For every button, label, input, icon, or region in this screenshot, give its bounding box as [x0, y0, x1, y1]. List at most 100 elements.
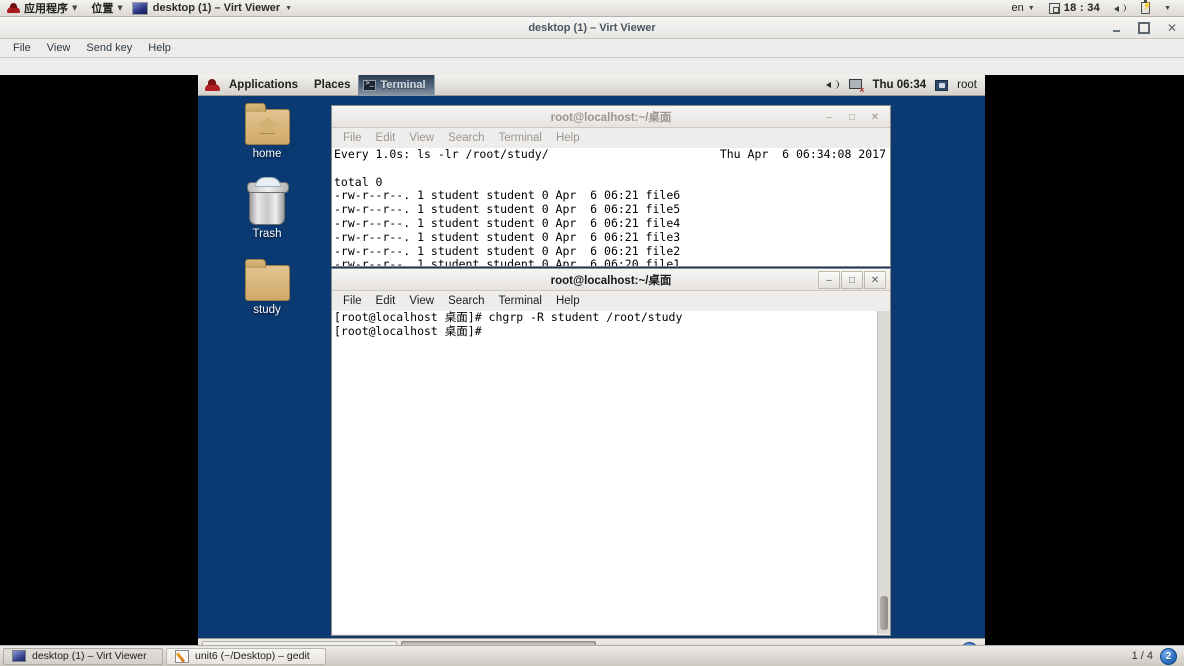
- minimize-button[interactable]: –: [818, 271, 840, 289]
- screen: 应用程序 ▼ 位置 ▼ desktop (1) – Virt Viewer ▼ …: [0, 0, 1184, 666]
- host-workspace-switcher[interactable]: 1 / 4 2: [1132, 647, 1184, 665]
- menu-view[interactable]: View: [39, 39, 79, 58]
- redhat-icon: [7, 2, 20, 14]
- host-applications-label: 应用程序: [24, 2, 68, 15]
- background-terminal-output[interactable]: Every 1.0s: ls -lr /root/study/ Thu Apr …: [332, 148, 890, 266]
- volume-icon: [1114, 3, 1127, 14]
- gnome-places-menu[interactable]: Places: [306, 75, 358, 96]
- active-terminal-output[interactable]: [root@localhost 桌面]# chgrp -R student /r…: [332, 311, 890, 634]
- terminal-scrollbar[interactable]: [877, 311, 890, 634]
- terminal-line: -rw-r--r--. 1 student student 0 Apr 6 06…: [334, 188, 681, 203]
- virt-viewer-window: desktop (1) – Virt Viewer ✕ File View Se…: [0, 17, 1184, 662]
- network-disconnected-icon[interactable]: [849, 79, 864, 95]
- active-terminal-titlebar[interactable]: root@localhost:~/桌面 – □ ✕: [332, 269, 890, 291]
- gnome-clock[interactable]: Thu 06:34: [872, 79, 926, 91]
- chevron-down-icon: ▼: [285, 4, 293, 12]
- desktop-icon-home[interactable]: home: [228, 103, 306, 160]
- watch-header: Every 1.0s: ls -lr /root/study/ Thu Apr …: [332, 148, 890, 162]
- scrollbar-thumb[interactable]: [880, 596, 888, 630]
- host-volume-indicator[interactable]: [1107, 0, 1134, 17]
- terminal-line: -rw-r--r--. 1 student student 0 Apr 6 06…: [334, 257, 681, 266]
- terminal-line: -rw-r--r--. 1 student student 0 Apr 6 06…: [334, 229, 681, 244]
- menu-edit[interactable]: Edit: [369, 291, 403, 311]
- host-user-menu[interactable]: ▼: [1157, 0, 1178, 17]
- redhat-icon: [205, 78, 220, 92]
- minimize-button[interactable]: –: [818, 108, 840, 126]
- gedit-icon: [175, 649, 189, 663]
- maximize-button[interactable]: [1138, 22, 1150, 34]
- menu-terminal[interactable]: Terminal: [492, 291, 549, 311]
- background-terminal-window[interactable]: root@localhost:~/桌面 – □ ✕ File Edit View…: [331, 105, 891, 267]
- virt-viewer-window-controls: ✕: [1110, 17, 1178, 39]
- guest-letterbox-left: [0, 75, 198, 662]
- close-button[interactable]: ✕: [864, 108, 886, 126]
- host-window-menu-button[interactable]: desktop (1) – Virt Viewer ▼: [130, 0, 299, 17]
- host-taskbar-item-label: unit6 (~/Desktop) – gedit: [195, 650, 310, 662]
- folder-home-icon: [244, 103, 290, 145]
- host-places-menu[interactable]: 位置 ▼: [84, 0, 129, 17]
- background-terminal-titlebar[interactable]: root@localhost:~/桌面 – □ ✕: [332, 106, 890, 128]
- host-clock-label: 18 : 34: [1063, 2, 1101, 14]
- battery-icon: [1141, 0, 1152, 14]
- calendar-icon: [1048, 2, 1060, 14]
- host-top-panel: 应用程序 ▼ 位置 ▼ desktop (1) – Virt Viewer ▼ …: [0, 0, 1184, 17]
- menu-help[interactable]: Help: [549, 291, 587, 311]
- desktop-icon-trash-label: Trash: [252, 228, 282, 240]
- host-places-label: 位置: [91, 2, 114, 15]
- menu-help[interactable]: Help: [549, 128, 587, 148]
- host-taskbar-item-gedit[interactable]: unit6 (~/Desktop) – gedit: [166, 647, 326, 665]
- terminal-line: [root@localhost 桌面]# chgrp -R student /r…: [334, 311, 683, 324]
- desktop-icon-study[interactable]: study: [228, 259, 306, 316]
- terminal-line: -rw-r--r--. 1 student student 0 Apr 6 06…: [334, 202, 681, 217]
- host-window-menu-label: desktop (1) – Virt Viewer: [152, 2, 281, 14]
- menu-view[interactable]: View: [402, 291, 441, 311]
- host-battery-indicator[interactable]: [1134, 0, 1157, 17]
- terminal-line: -rw-r--r--. 1 student student 0 Apr 6 06…: [334, 215, 681, 230]
- virt-viewer-titlebar[interactable]: desktop (1) – Virt Viewer ✕: [0, 17, 1184, 39]
- close-button[interactable]: ✕: [864, 271, 886, 289]
- host-bottom-taskbar: desktop (1) – Virt Viewer unit6 (~/Deskt…: [0, 645, 1184, 666]
- menu-search[interactable]: Search: [441, 128, 491, 148]
- host-applications-menu[interactable]: 应用程序 ▼: [0, 0, 84, 17]
- host-workspace-indicator[interactable]: 2: [1160, 647, 1177, 665]
- chevron-down-icon: ▼: [117, 3, 123, 12]
- gnome-user-label[interactable]: root: [957, 79, 977, 91]
- menu-file[interactable]: File: [336, 128, 369, 148]
- menu-file[interactable]: File: [336, 291, 369, 311]
- chevron-down-icon: ▼: [72, 3, 78, 12]
- menu-view[interactable]: View: [402, 128, 441, 148]
- desktop-icon-trash[interactable]: Trash: [228, 177, 306, 240]
- host-taskbar-item-virt-viewer[interactable]: desktop (1) – Virt Viewer: [3, 647, 163, 665]
- chevron-down-icon: ▼: [1027, 4, 1035, 12]
- gnome-window-list-terminal[interactable]: Terminal: [358, 74, 435, 96]
- terminal-line: -rw-r--r--. 1 student student 0 Apr 6 06…: [334, 243, 681, 258]
- desktop-icon-study-label: study: [253, 304, 281, 316]
- active-terminal-window[interactable]: root@localhost:~/桌面 – □ ✕ File Edit View…: [331, 268, 891, 636]
- virt-viewer-menubar: File View Send key Help: [0, 39, 1184, 58]
- minimize-button[interactable]: [1110, 22, 1122, 34]
- virt-viewer-icon: [131, 1, 148, 15]
- menu-help[interactable]: Help: [140, 39, 179, 58]
- chevron-down-icon: ▼: [1164, 4, 1171, 12]
- desktop-icon-home-label: home: [252, 148, 282, 160]
- active-terminal-window-controls: – □ ✕: [817, 269, 886, 291]
- background-terminal-title: root@localhost:~/桌面: [550, 111, 672, 124]
- menu-search[interactable]: Search: [441, 291, 491, 311]
- menu-send-key[interactable]: Send key: [78, 39, 140, 58]
- menu-edit[interactable]: Edit: [369, 128, 403, 148]
- gnome-applications-menu[interactable]: Applications: [221, 75, 306, 96]
- gnome-window-list-label: Terminal: [380, 79, 426, 91]
- monitor-icon: [12, 650, 26, 662]
- terminal-icon: [363, 79, 377, 91]
- maximize-button[interactable]: □: [841, 271, 863, 289]
- maximize-button[interactable]: □: [841, 108, 863, 126]
- folder-icon: [244, 259, 290, 301]
- volume-icon[interactable]: [826, 79, 840, 91]
- menu-file[interactable]: File: [5, 39, 39, 58]
- host-clock[interactable]: 18 : 34: [1042, 0, 1107, 17]
- close-button[interactable]: ✕: [1166, 21, 1178, 35]
- keyboard-layout-indicator[interactable]: en ▼: [1005, 0, 1042, 17]
- active-terminal-title: root@localhost:~/桌面: [550, 274, 672, 287]
- menu-terminal[interactable]: Terminal: [492, 128, 549, 148]
